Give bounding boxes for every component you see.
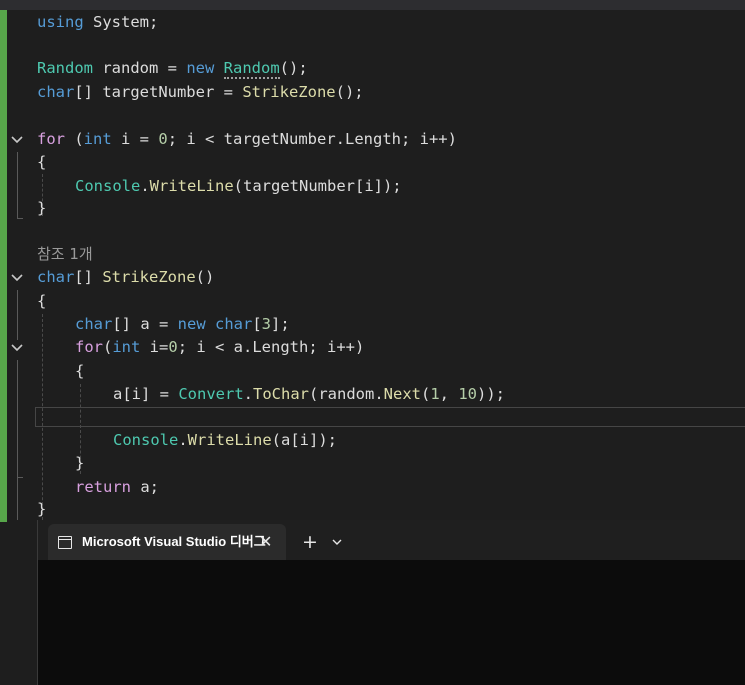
token-number: 3: [261, 315, 272, 333]
code-line-1[interactable]: using System;: [37, 11, 158, 34]
token-text: (: [420, 385, 431, 403]
token-keyword: char: [75, 315, 113, 333]
fold-chevron-icon[interactable]: [9, 132, 25, 148]
codelens-references[interactable]: 참조 1개: [37, 243, 93, 266]
code-line-21[interactable]: }: [37, 498, 46, 521]
code-line-6[interactable]: for (int i = 0; i < targetNumber.Length;…: [37, 128, 457, 151]
token-text: ();: [335, 83, 364, 101]
code-line-20[interactable]: return a;: [75, 476, 159, 499]
fold-line: [17, 290, 18, 340]
fold-end: [17, 477, 23, 478]
token-method: Next: [383, 385, 421, 403]
token-text: ,: [439, 385, 459, 403]
token-number: 1: [430, 385, 440, 403]
token-keyword: int: [83, 130, 112, 148]
code-editor[interactable]: using System; Random random = new Random…: [0, 10, 745, 522]
token-keyword: int: [112, 338, 141, 356]
token-method: StrikeZone: [242, 83, 336, 101]
token-text: a[i] =: [113, 385, 179, 403]
token-control: for: [75, 338, 103, 356]
token-number: 10: [458, 385, 478, 403]
token-text: (targetNumber[i]);: [233, 177, 402, 195]
token-text: (random.: [309, 385, 384, 403]
fold-chevron-icon[interactable]: [9, 340, 25, 356]
terminal-tabstrip: Microsoft Visual Studio 디버그 ✕ +: [38, 520, 745, 560]
token-type: Random: [37, 59, 93, 77]
token-text: [] a =: [112, 315, 178, 333]
token-keyword: char: [215, 315, 253, 333]
console-window-icon: [58, 536, 72, 549]
token-text: [: [252, 315, 262, 333]
token-control: return: [75, 478, 131, 496]
code-line-14[interactable]: for(int i=0; i < a.Length; i++): [75, 336, 364, 359]
terminal-tab[interactable]: Microsoft Visual Studio 디버그 ✕: [48, 524, 286, 560]
token-text: (): [195, 268, 215, 286]
current-line-highlight: [35, 407, 745, 427]
token-text: a;: [131, 478, 159, 496]
change-tracking-bar: [0, 10, 7, 522]
token-keyword: new: [177, 315, 206, 333]
token-method: StrikeZone: [102, 268, 196, 286]
code-line-8[interactable]: Console.WriteLine(targetNumber[i]);: [75, 175, 402, 198]
code-line-15[interactable]: {: [75, 360, 84, 383]
token-text: (: [65, 130, 84, 148]
new-tab-button[interactable]: +: [299, 524, 321, 560]
code-line-18[interactable]: Console.WriteLine(a[i]);: [113, 429, 337, 452]
terminal-output[interactable]: [38, 560, 745, 685]
token-text: (a[i]);: [271, 431, 337, 449]
token-text: ; i < a.Length; i++): [177, 338, 365, 356]
code-line-4[interactable]: char[] targetNumber = StrikeZone();: [37, 81, 364, 104]
token-text: ; i < targetNumber.Length; i++): [167, 130, 457, 148]
token-text: .: [178, 431, 188, 449]
code-line-7[interactable]: {: [37, 151, 46, 174]
terminal-tab-title: Microsoft Visual Studio 디버그: [82, 534, 266, 549]
close-icon[interactable]: ✕: [259, 524, 272, 560]
token-text: ));: [477, 385, 506, 403]
token-type-suggestion[interactable]: Random: [223, 59, 280, 79]
code-line-13[interactable]: char[] a = new char[3];: [75, 313, 290, 336]
token-text: ();: [279, 59, 308, 77]
chevron-down-icon[interactable]: [330, 524, 344, 560]
token-method: WriteLine: [187, 431, 272, 449]
token-text: (: [103, 338, 113, 356]
token-text: ];: [271, 315, 290, 333]
token-text: .: [140, 177, 150, 195]
code-line-3[interactable]: Random random = new Random();: [37, 57, 308, 80]
token-type: Console: [75, 177, 141, 195]
code-line-12[interactable]: {: [37, 290, 46, 313]
code-line-9[interactable]: }: [37, 197, 46, 220]
token-text: [] targetNumber =: [74, 83, 243, 101]
token-type: Console: [113, 431, 179, 449]
token-number: 0: [158, 130, 168, 148]
fold-chevron-icon[interactable]: [9, 270, 25, 286]
token-text: i =: [111, 130, 159, 148]
token-method: WriteLine: [149, 177, 234, 195]
token-keyword: char: [37, 268, 75, 286]
code-line-19[interactable]: }: [75, 452, 84, 475]
token-text: []: [74, 268, 103, 286]
token-text: System;: [83, 13, 159, 31]
token-keyword: new: [186, 59, 215, 77]
debug-terminal-panel[interactable]: Microsoft Visual Studio 디버그 ✕ +: [37, 520, 745, 685]
token-keyword: using: [37, 13, 84, 31]
code-line-16[interactable]: a[i] = Convert.ToChar(random.Next(1, 10)…: [113, 383, 505, 406]
token-text: i=: [140, 338, 169, 356]
fold-line: [17, 360, 18, 520]
token-control: for: [37, 130, 65, 148]
token-keyword: char: [37, 83, 75, 101]
token-number: 0: [168, 338, 178, 356]
token-type: Convert: [178, 385, 244, 403]
fold-end: [17, 218, 23, 219]
token-method: ToChar: [253, 385, 309, 403]
code-line-11[interactable]: char[] StrikeZone(): [37, 266, 214, 289]
fold-line: [17, 152, 18, 218]
token-text: random =: [93, 59, 187, 77]
token-text: .: [243, 385, 253, 403]
